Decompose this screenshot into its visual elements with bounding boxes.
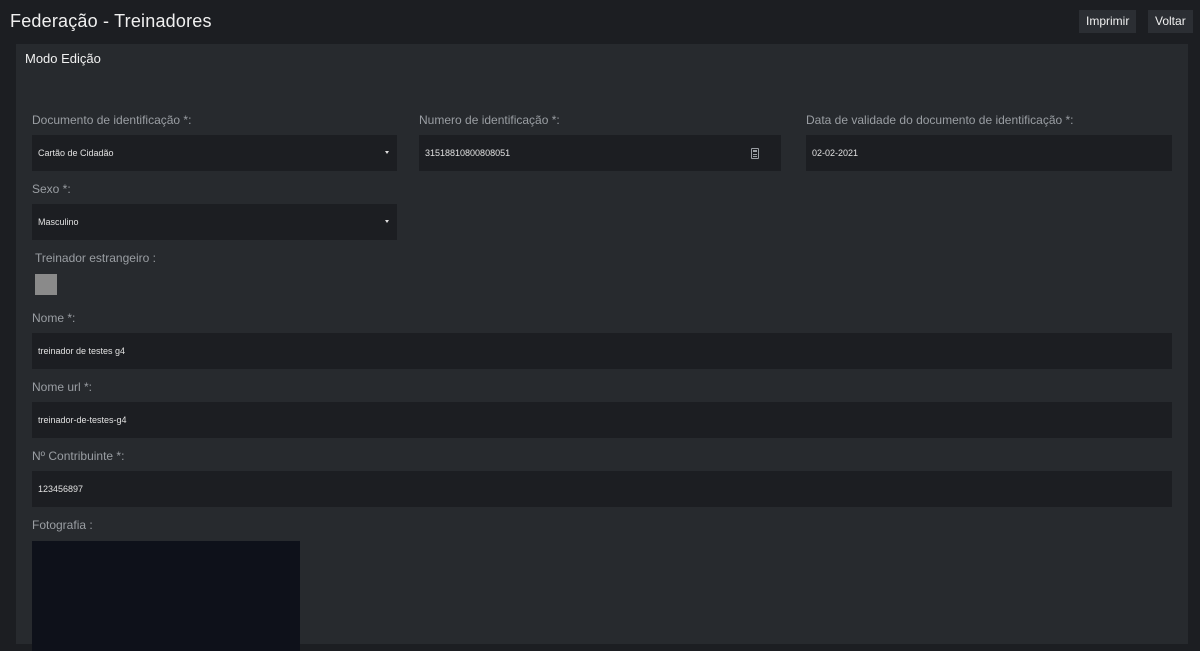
- foreign-trainer-label: Treinador estrangeiro :: [35, 251, 156, 265]
- doc-validity-input[interactable]: [812, 148, 1136, 158]
- panel-title: Modo Edição: [25, 51, 101, 66]
- sex-label: Sexo *:: [32, 182, 71, 196]
- taxpayer-label: Nº Contribuinte *:: [32, 449, 125, 463]
- print-button[interactable]: Imprimir: [1079, 10, 1137, 33]
- page-title: Federação - Treinadores: [10, 11, 212, 31]
- chevron-down-icon: [385, 151, 389, 154]
- name-url-field[interactable]: [32, 402, 1172, 438]
- sex-value: Masculino: [38, 217, 79, 227]
- name-url-input[interactable]: [38, 415, 1059, 425]
- name-label: Nome *:: [32, 311, 76, 325]
- name-input[interactable]: [38, 346, 1059, 356]
- doc-type-label: Documento de identificação *:: [32, 113, 192, 127]
- doc-validity-field[interactable]: [806, 135, 1172, 171]
- chevron-down-icon: [385, 220, 389, 223]
- taxpayer-field[interactable]: [32, 471, 1172, 507]
- doc-validity-label: Data de validade do documento de identif…: [806, 113, 1074, 127]
- sex-select[interactable]: Masculino: [32, 204, 397, 240]
- name-url-label: Nome url *:: [32, 380, 93, 394]
- doc-number-input[interactable]: [425, 148, 746, 158]
- photo-upload-area[interactable]: [32, 541, 300, 651]
- doc-type-select[interactable]: Cartão de Cidadão: [32, 135, 397, 171]
- taxpayer-input[interactable]: [38, 484, 1059, 494]
- photo-label: Fotografia :: [32, 518, 93, 532]
- back-button[interactable]: Voltar: [1148, 10, 1193, 33]
- top-bar: Federação - Treinadores Imprimir Voltar: [0, 0, 1200, 44]
- edit-panel: Modo Edição Documento de identificação *…: [16, 44, 1188, 651]
- calculator-icon[interactable]: [751, 148, 759, 159]
- doc-type-value: Cartão de Cidadão: [38, 148, 114, 158]
- doc-number-label: Numero de identificação *:: [419, 113, 560, 127]
- foreign-trainer-checkbox[interactable]: [35, 274, 57, 295]
- name-field[interactable]: [32, 333, 1172, 369]
- doc-number-field[interactable]: [419, 135, 781, 171]
